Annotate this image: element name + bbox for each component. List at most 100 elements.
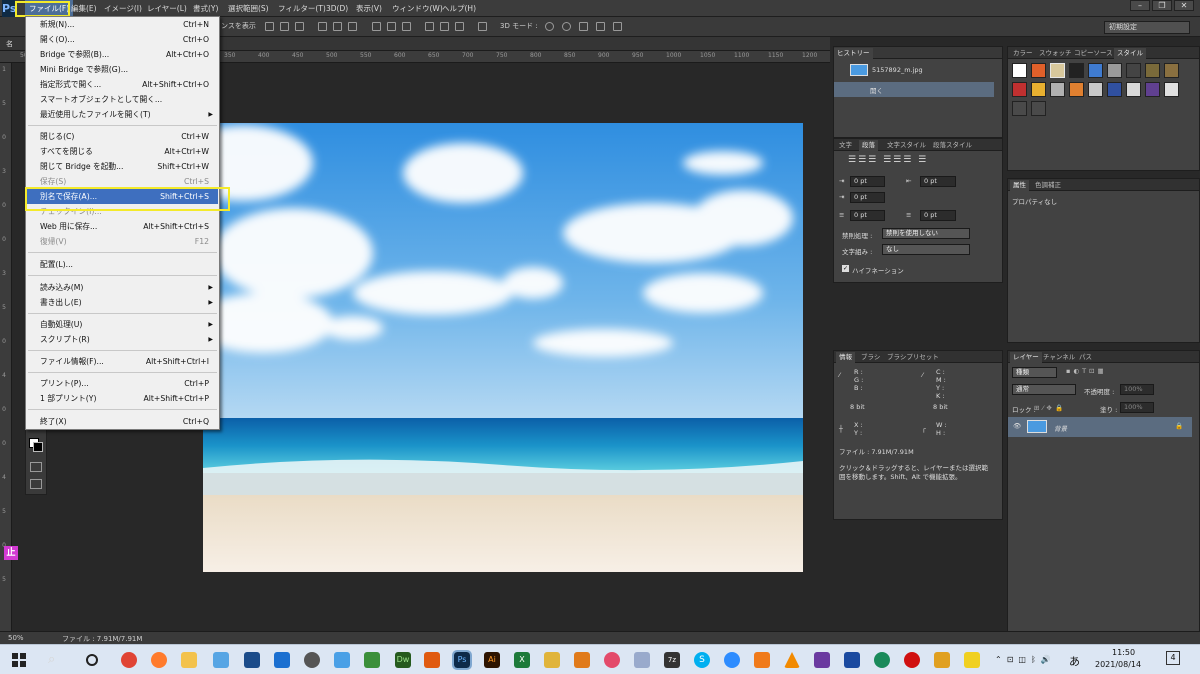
app-icon[interactable] — [874, 652, 890, 668]
3d-roll-icon[interactable] — [562, 22, 571, 31]
history-state-row[interactable]: 開く — [834, 82, 994, 97]
fill-field[interactable]: 100% — [1120, 402, 1154, 413]
3d-rotate-icon[interactable] — [545, 22, 554, 31]
align-left-icon[interactable] — [318, 22, 327, 31]
photos-icon[interactable] — [244, 652, 260, 668]
style-swatch[interactable] — [1145, 63, 1160, 78]
style-swatch[interactable] — [1050, 63, 1065, 78]
ime-indicator[interactable]: あ — [1069, 653, 1080, 669]
clock-date[interactable]: 2021/08/14 — [1095, 660, 1141, 669]
menu-item-scripts[interactable]: スクリプト(R) ▶ — [27, 332, 218, 347]
style-swatch[interactable] — [1031, 63, 1046, 78]
menu-image[interactable]: イメージ(I) — [104, 0, 142, 17]
style-swatch[interactable] — [1107, 63, 1122, 78]
app-icon[interactable] — [364, 652, 380, 668]
visibility-eye-icon[interactable]: 👁 — [1013, 422, 1021, 430]
style-swatch[interactable] — [1069, 63, 1084, 78]
menu-item-save[interactable]: 保存(S) Ctrl+S — [27, 174, 218, 189]
tab-clone-source[interactable]: コピーソース — [1071, 48, 1116, 59]
menu-3d[interactable]: 3D(D) — [326, 0, 348, 17]
style-swatch[interactable] — [1164, 82, 1179, 97]
workspace-select[interactable]: 初期設定 — [1104, 21, 1190, 34]
tab-adjustments[interactable]: 色調補正 — [1032, 180, 1064, 191]
style-swatch[interactable] — [1164, 63, 1179, 78]
tab-history[interactable]: ヒストリー — [834, 48, 873, 59]
distribute-icon[interactable] — [455, 22, 464, 31]
app-icon[interactable] — [544, 652, 560, 668]
background-color-swatch[interactable] — [33, 442, 43, 452]
skype-icon[interactable]: S — [694, 652, 710, 668]
tab-paragraph[interactable]: 段落 — [859, 140, 878, 151]
tab-paths[interactable]: パス — [1076, 352, 1095, 363]
menu-item-open-recent[interactable]: 最近使用したファイルを開く(T) ▶ — [27, 107, 218, 122]
menu-item-import[interactable]: 読み込み(M) ▶ — [27, 280, 218, 295]
menu-item-close-go-bridge[interactable]: 閉じて Bridge を起動... Shift+Ctrl+W — [27, 159, 218, 174]
photoshop-taskbar-icon[interactable]: Ps — [452, 650, 472, 670]
music-app-icon[interactable] — [844, 652, 860, 668]
menu-item-save-as[interactable]: 別名で保存(A)... Shift+Ctrl+S — [27, 189, 218, 204]
app-icon[interactable] — [213, 652, 229, 668]
menu-item-export[interactable]: 書き出し(E) ▶ — [27, 295, 218, 310]
outlook-icon[interactable] — [274, 652, 290, 668]
style-swatch[interactable] — [1031, 82, 1046, 97]
style-swatch[interactable] — [1145, 82, 1160, 97]
settings-gear-icon[interactable] — [304, 652, 320, 668]
screen-mode-icon[interactable] — [30, 479, 42, 489]
opacity-field[interactable]: 100% — [1120, 384, 1154, 395]
dreamweaver-icon[interactable]: Dw — [395, 652, 411, 668]
3d-pan-icon[interactable] — [579, 22, 588, 31]
menu-item-print[interactable]: プリント(P)... Ctrl+P — [27, 376, 218, 391]
app-icon[interactable] — [424, 652, 440, 668]
clock-time[interactable]: 11:50 — [1112, 648, 1135, 657]
align-right-icon[interactable] — [348, 22, 357, 31]
tab-color[interactable]: カラー — [1010, 48, 1036, 59]
menu-item-exit[interactable]: 終了(X) Ctrl+Q — [27, 414, 218, 429]
alignment-icons[interactable]: ☰☰☰ ☰☰☰ ☰ — [848, 155, 928, 165]
3d-scale-icon[interactable] — [613, 22, 622, 31]
menu-edit[interactable]: 編集(E) — [71, 0, 97, 17]
distribute-icon[interactable] — [387, 22, 396, 31]
tab-swatches[interactable]: スウォッチ — [1036, 48, 1075, 59]
tab-paragraph-styles[interactable]: 段落スタイル — [930, 140, 975, 151]
auto-align-icon[interactable] — [478, 22, 487, 31]
menu-type[interactable]: 書式(Y) — [193, 0, 218, 17]
document-tab[interactable]: 名 — [6, 39, 13, 49]
layer-filter-select[interactable]: 種類 — [1012, 367, 1057, 378]
butterfly-app-icon[interactable] — [574, 652, 590, 668]
chrome-icon[interactable] — [121, 652, 137, 668]
tab-styles[interactable]: スタイル — [1114, 48, 1146, 59]
style-swatch[interactable] — [1031, 101, 1046, 116]
close-icon[interactable]: ✕ — [1174, 0, 1194, 11]
tab-properties[interactable]: 属性 — [1010, 180, 1029, 191]
vlc-icon[interactable] — [784, 652, 800, 668]
align-middle-icon[interactable] — [280, 22, 289, 31]
style-swatch[interactable] — [1012, 101, 1027, 116]
style-swatch[interactable] — [1069, 82, 1084, 97]
layer-filter-icons[interactable]: ▪◐T⊡▦ — [1066, 367, 1107, 375]
menu-item-open-as[interactable]: 指定形式で開く... Alt+Shift+Ctrl+O — [27, 77, 218, 92]
menu-layer[interactable]: レイヤー(L) — [147, 0, 187, 17]
tab-layers[interactable]: レイヤー — [1010, 352, 1042, 363]
3d-slide-icon[interactable] — [596, 22, 605, 31]
app-icon[interactable] — [634, 652, 650, 668]
stop-icon[interactable]: 止 — [4, 546, 18, 560]
distribute-icon[interactable] — [425, 22, 434, 31]
align-bottom-icon[interactable] — [295, 22, 304, 31]
style-swatch[interactable] — [1126, 63, 1141, 78]
menu-item-place[interactable]: 配置(L)... — [27, 257, 218, 272]
restore-icon[interactable]: ❐ — [1152, 0, 1172, 11]
distribute-icon[interactable] — [440, 22, 449, 31]
file-explorer-icon[interactable] — [181, 652, 197, 668]
app-icon[interactable] — [604, 652, 620, 668]
menu-item-save-for-web[interactable]: Web 用に保存... Alt+Shift+Ctrl+S — [27, 219, 218, 234]
tab-character[interactable]: 文字 — [836, 140, 855, 151]
menu-item-new[interactable]: 新規(N)... Ctrl+N — [27, 17, 218, 32]
menu-item-close[interactable]: 閉じる(C) Ctrl+W — [27, 129, 218, 144]
kinsoku-select[interactable]: 禁則を使用しない — [882, 228, 970, 239]
lock-icons[interactable]: ⊞⁄✥🔒 — [1034, 404, 1066, 412]
indent-right-field[interactable]: 0 pt — [920, 176, 956, 187]
task-view-icon[interactable] — [86, 654, 98, 666]
menu-select[interactable]: 選択範囲(S) — [228, 0, 269, 17]
tab-character-styles[interactable]: 文字スタイル — [884, 140, 929, 151]
distribute-icon[interactable] — [372, 22, 381, 31]
